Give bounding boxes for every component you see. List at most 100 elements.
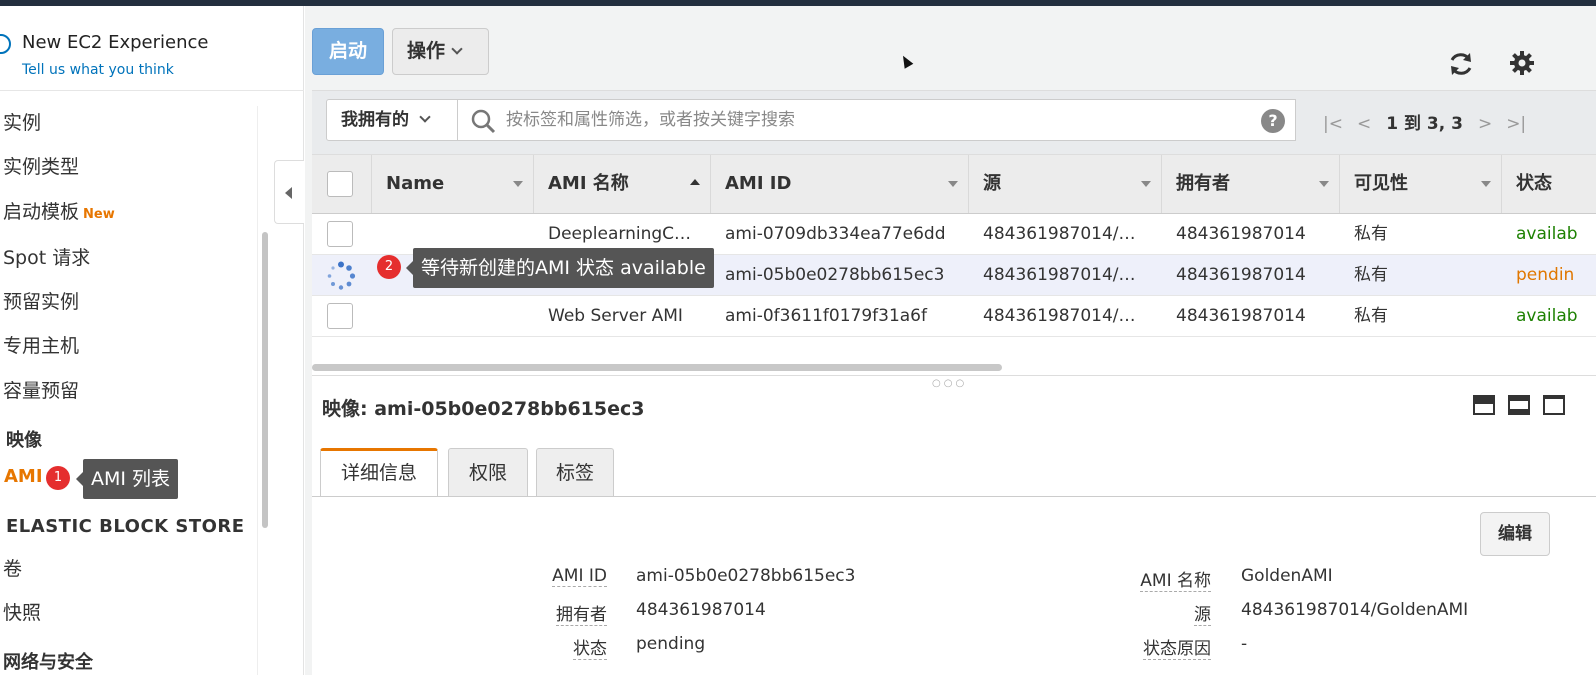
help-icon[interactable]: ?: [1261, 109, 1285, 133]
cell-ami-id: ami-05b0e0278bb615ec3: [725, 265, 945, 285]
layout-bottom-icon[interactable]: [1473, 395, 1495, 415]
tab-permissions[interactable]: 权限: [448, 448, 528, 496]
gear-icon[interactable]: [1508, 50, 1536, 78]
new-experience-title: New EC2 Experience: [22, 32, 209, 53]
field-label: 状态原因: [1143, 639, 1211, 660]
chevron-down-icon: [1319, 181, 1329, 187]
column-header-source[interactable]: 源: [969, 155, 1162, 213]
column-header-name[interactable]: Name: [372, 155, 534, 213]
cell-source: 484361987014/…: [983, 265, 1136, 285]
column-header-visibility[interactable]: 可见性: [1340, 155, 1502, 213]
sidebar-item-spot-requests[interactable]: Spot 请求: [3, 243, 90, 270]
column-label: 拥有者: [1176, 173, 1230, 194]
toggle-switch[interactable]: [0, 34, 11, 54]
sidebar-item-volumes[interactable]: 卷: [3, 554, 22, 581]
launch-button[interactable]: 启动: [312, 28, 384, 75]
next-page-icon[interactable]: >: [1478, 114, 1492, 134]
field-value-status-reason: -: [1241, 634, 1248, 654]
edit-button[interactable]: 编辑: [1480, 512, 1550, 556]
first-page-icon[interactable]: |<: [1323, 114, 1343, 134]
chevron-down-icon: [513, 181, 523, 187]
cell-ami-id: ami-0f3611f0179f31a6f: [725, 306, 927, 326]
sidebar-item-ami[interactable]: AMI: [4, 466, 43, 487]
field-label-source: 源: [1031, 600, 1211, 626]
tab-tags[interactable]: 标签: [536, 448, 614, 496]
owner-filter-dropdown[interactable]: 我拥有的: [326, 99, 458, 141]
divider: [0, 90, 304, 91]
column-header-ami-id[interactable]: AMI ID: [711, 155, 969, 213]
field-value-source: 484361987014/GoldenAMI: [1241, 600, 1469, 620]
column-header-owner[interactable]: 拥有者: [1162, 155, 1340, 213]
layout-split-icon[interactable]: [1508, 395, 1530, 415]
sidebar-item-capacity-reservations[interactable]: 容量预留: [3, 376, 79, 403]
field-value-status: pending: [636, 634, 706, 654]
refresh-icon[interactable]: [1447, 50, 1475, 78]
sort-ascending-icon: [690, 179, 700, 185]
annotation-marker-1: 1: [46, 466, 70, 490]
search-icon: [471, 109, 496, 134]
cell-ami-id: ami-0709db334ea77e6dd: [725, 224, 946, 244]
sidebar-item-launch-templates[interactable]: 启动模板 New: [3, 197, 115, 224]
column-label: AMI 名称: [548, 173, 629, 194]
table-row[interactable]: Web Server AMI ami-0f3611f0179f31a6f 484…: [312, 296, 1596, 337]
field-label: AMI ID: [552, 566, 607, 587]
sidebar-item-instances[interactable]: 实例: [3, 108, 41, 135]
field-label-status: 状态: [427, 634, 607, 660]
column-label: 状态: [1516, 173, 1552, 194]
last-page-icon[interactable]: >|: [1506, 114, 1526, 134]
filter-bar: 我拥有的 ? |< <1 到 3, 3 > >|: [312, 90, 1596, 154]
annotation-marker-2: 2: [377, 255, 401, 279]
field-value-ami-name: GoldenAMI: [1241, 566, 1333, 586]
section-elastic-block-store: ELASTIC BLOCK STORE: [6, 516, 245, 537]
header-checkbox-cell: [312, 155, 372, 213]
prev-page-icon[interactable]: <: [1357, 114, 1371, 134]
sidebar-scrollbar[interactable]: [257, 106, 269, 675]
sidebar-item-instance-types[interactable]: 实例类型: [3, 152, 79, 179]
layout-top-icon[interactable]: [1543, 395, 1565, 415]
sidebar-item-dedicated-hosts[interactable]: 专用主机: [3, 331, 79, 358]
scrollbar-thumb[interactable]: [262, 232, 268, 528]
pagination: |< <1 到 3, 3 > >|: [1316, 109, 1533, 134]
annotation-tooltip-1: AMI 列表: [75, 459, 179, 499]
field-value-ami-id: ami-05b0e0278bb615ec3: [636, 566, 856, 586]
column-label: Name: [386, 173, 445, 194]
field-label-owner: 拥有者: [427, 600, 607, 626]
owner-filter-label: 我拥有的: [341, 110, 409, 130]
loading-spinner-icon: [327, 261, 356, 290]
field-label: 源: [1194, 605, 1211, 626]
cell-ami-name: Web Server AMI: [548, 306, 683, 326]
actions-dropdown[interactable]: 操作: [392, 28, 489, 75]
column-header-ami-name[interactable]: AMI 名称: [534, 155, 711, 213]
cell-status: pendin: [1516, 265, 1575, 285]
chevron-down-icon: [1481, 181, 1491, 187]
column-header-status[interactable]: 状态: [1502, 155, 1596, 213]
resize-handle-icon[interactable]: ○○○: [932, 378, 967, 389]
collapse-sidebar-button[interactable]: [274, 160, 304, 224]
tab-details[interactable]: 详细信息: [320, 448, 438, 497]
sidebar-item-snapshots[interactable]: 快照: [3, 598, 41, 625]
cell-source: 484361987014/…: [983, 306, 1136, 326]
cell-status: availab: [1516, 306, 1578, 326]
chevron-down-icon: [948, 181, 958, 187]
cell-owner: 484361987014: [1176, 306, 1306, 326]
main-content: 启动 操作 我拥有的 ? |< <1 到 3, 3 > >| Name AMI 名称 …: [305, 6, 1596, 675]
chevron-down-icon: [1141, 181, 1151, 187]
feedback-link[interactable]: Tell us what you think: [22, 62, 174, 78]
row-checkbox[interactable]: [327, 221, 353, 247]
horizontal-scrollbar-thumb[interactable]: [312, 364, 1002, 371]
new-badge: New: [83, 207, 115, 222]
field-label: 拥有者: [556, 605, 607, 626]
table-empty-area: [312, 337, 1596, 379]
cell-owner: 484361987014: [1176, 265, 1306, 285]
column-label: AMI ID: [725, 173, 792, 194]
field-label: 状态: [573, 639, 607, 660]
section-images: 映像: [6, 430, 42, 451]
row-checkbox[interactable]: [327, 303, 353, 329]
detail-title: 映像: ami-05b0e0278bb615ec3: [322, 398, 645, 420]
chevron-down-icon: [451, 43, 463, 55]
cell-owner: 484361987014: [1176, 224, 1306, 244]
sidebar-item-reserved-instances[interactable]: 预留实例: [3, 287, 79, 314]
column-label: 可见性: [1354, 173, 1408, 194]
search-input[interactable]: [506, 100, 1246, 140]
actions-label: 操作: [407, 40, 446, 62]
